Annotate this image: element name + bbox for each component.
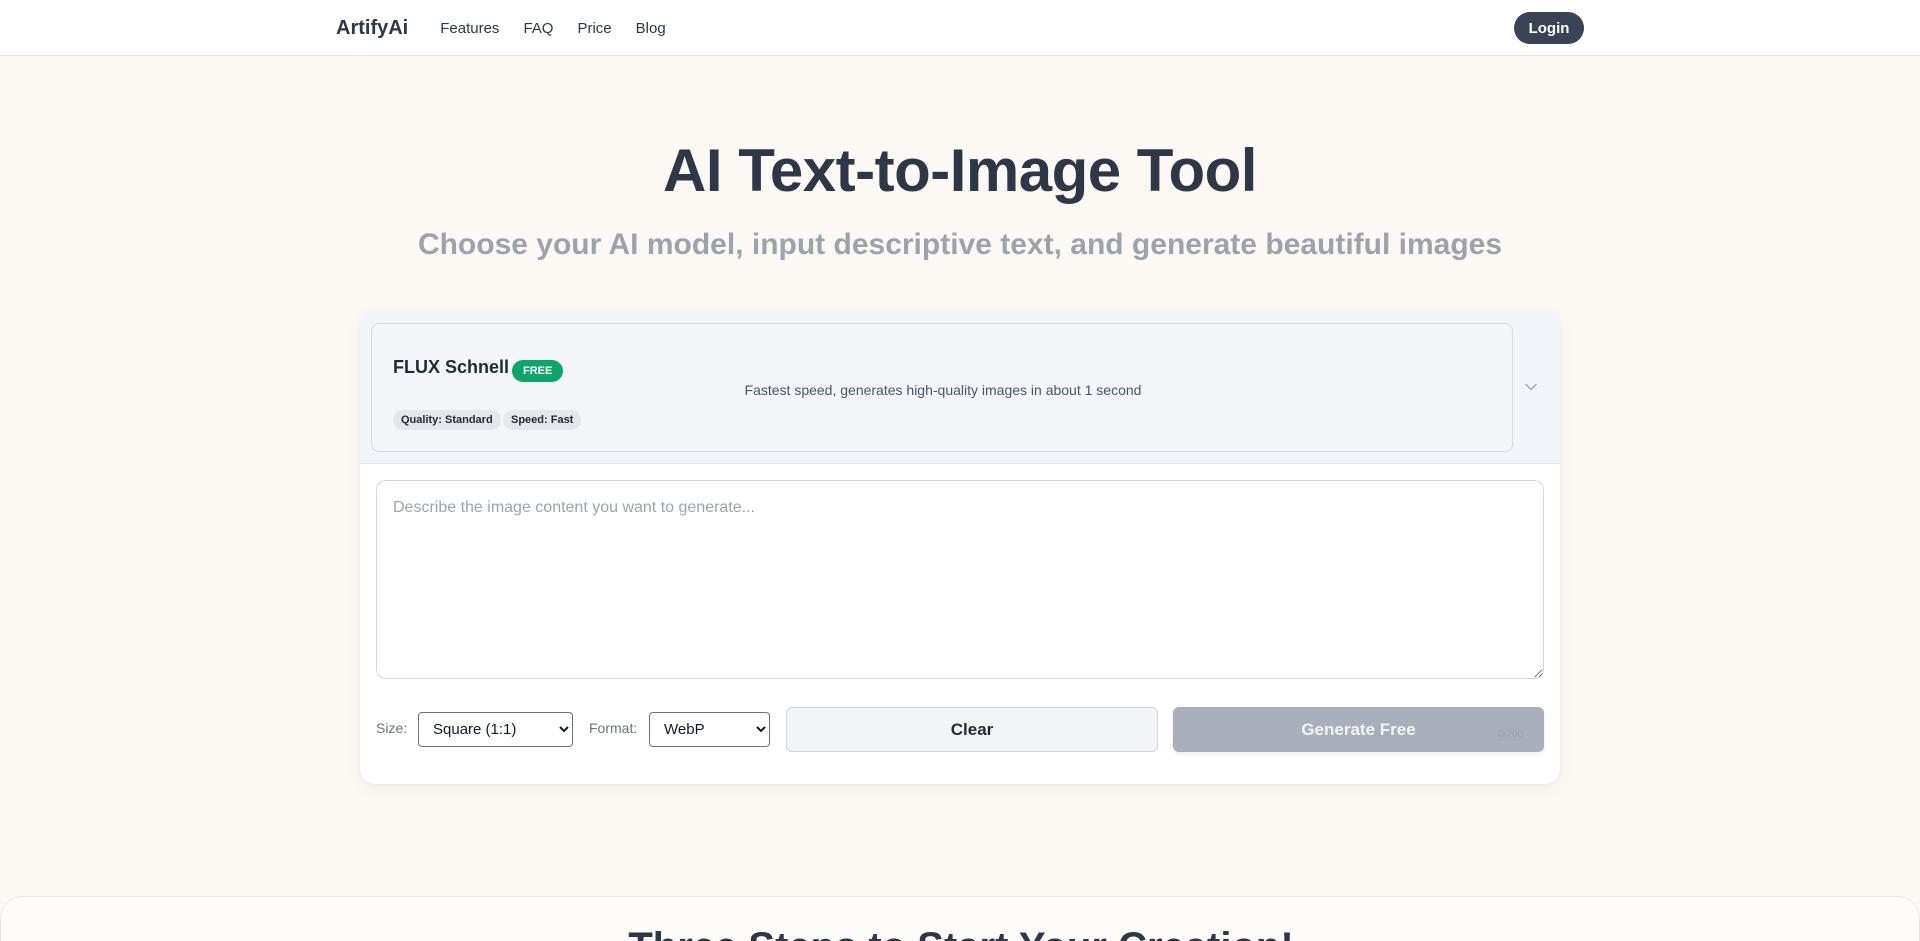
page-subtitle: Choose your AI model, input descriptive … xyxy=(417,228,1503,261)
nav-left: ArtifyAi Features FAQ Price Blog xyxy=(336,0,690,56)
nav-link-features[interactable]: Features xyxy=(440,20,499,37)
nav-link-price[interactable]: Price xyxy=(577,20,611,37)
page-title: AI Text-to-Image Tool xyxy=(663,137,1257,204)
brand-logo[interactable]: ArtifyAi xyxy=(336,17,408,40)
model-description: Fastest speed, generates high-quality im… xyxy=(744,382,1142,398)
prompt-input[interactable] xyxy=(376,480,1544,679)
quality-tag: Quality: Standard xyxy=(393,410,501,430)
nav-link-blog[interactable]: Blog xyxy=(636,20,666,37)
speed-tag: Speed: Fast xyxy=(503,410,582,430)
model-name: FLUX Schnell xyxy=(393,357,510,377)
format-label: Format: xyxy=(589,720,638,736)
size-label: Size: xyxy=(376,720,408,736)
nav-link-faq[interactable]: FAQ xyxy=(523,20,553,37)
steps-section: Three Steps to Start Your Creation! xyxy=(0,896,1920,941)
size-select[interactable]: Square (1:1) xyxy=(418,712,573,747)
login-button[interactable]: Login xyxy=(1514,12,1584,44)
clear-button[interactable]: Clear xyxy=(786,707,1158,752)
character-counter: 0/200 xyxy=(1498,729,1524,740)
generate-button[interactable]: Generate Free xyxy=(1173,707,1544,752)
model-selector[interactable]: FLUX Schnell FREE Fastest speed, generat… xyxy=(371,323,1513,452)
chevron-down-icon[interactable] xyxy=(1524,380,1538,394)
format-select[interactable]: WebP xyxy=(649,712,770,747)
top-nav: ArtifyAi Features FAQ Price Blog Login xyxy=(0,0,1920,56)
steps-title: Three Steps to Start Your Creation! xyxy=(1,925,1920,941)
generator-card: FLUX Schnell FREE Fastest speed, generat… xyxy=(360,312,1560,784)
free-badge: FREE xyxy=(512,360,564,382)
model-selector-area: FLUX Schnell FREE Fastest speed, generat… xyxy=(360,312,1560,464)
